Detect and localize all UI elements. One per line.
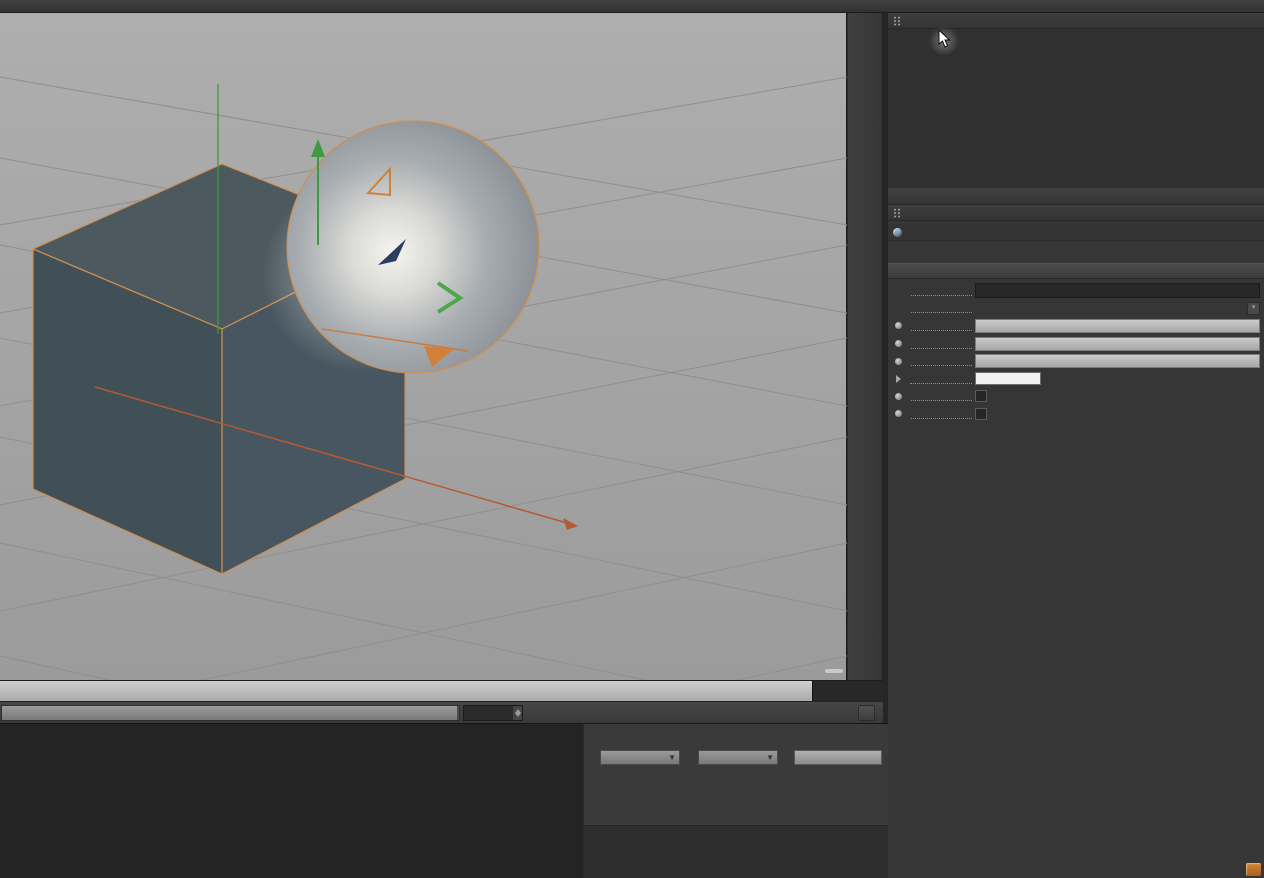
layer-dropdown[interactable]: ▾ (1247, 301, 1260, 315)
cinema4d-window: ▾ ▼ ▼ (0, 0, 1264, 878)
attr-row-display-color (888, 370, 1264, 388)
coord-system-dropdown[interactable]: ▼ (600, 750, 680, 765)
preview-range-fill[interactable] (2, 706, 457, 720)
timeline-controls (0, 701, 883, 723)
attr-row-xray (888, 405, 1264, 423)
color-swatch[interactable] (975, 372, 1041, 386)
expand-icon[interactable] (896, 374, 901, 383)
name-field[interactable] (975, 283, 1260, 299)
material-manager-area[interactable] (0, 723, 583, 878)
apply-button[interactable] (794, 750, 882, 765)
notification-icon[interactable] (1246, 863, 1261, 876)
attribute-manager-tabs (888, 188, 1264, 205)
end-frame-field[interactable] (463, 705, 523, 721)
chevron-down-icon: ▼ (668, 753, 676, 762)
keyframe-dot-icon[interactable] (895, 357, 902, 365)
attr-row-editor-visible (888, 317, 1264, 335)
enabled-checkbox[interactable] (975, 390, 987, 403)
current-frame-box[interactable] (812, 681, 883, 701)
keyframe-dot-icon[interactable] (895, 392, 902, 400)
gizmo-y-arrow[interactable] (311, 139, 325, 157)
drag-grip-icon[interactable] (893, 15, 901, 26)
render-visible-dropdown[interactable] (975, 336, 1260, 351)
x-axis-arrow (563, 518, 578, 530)
attr-row-use-color (888, 352, 1264, 370)
xray-checkbox[interactable] (975, 407, 987, 420)
viewport-canvas[interactable] (0, 13, 848, 844)
grid-spacing-label (825, 669, 843, 673)
use-color-dropdown[interactable] (975, 354, 1260, 369)
viewport[interactable] (0, 13, 848, 844)
attr-row-name (888, 282, 1264, 300)
attribute-menubar (888, 205, 1264, 221)
object-palette-toolbar (848, 13, 883, 680)
coordinates-manager: ▼ ▼ (583, 723, 888, 878)
chevron-down-icon: ▼ (766, 753, 774, 762)
keyframe-dot-icon[interactable] (895, 340, 902, 348)
basic-properties-header[interactable] (888, 263, 1264, 279)
frame-spinner[interactable] (512, 706, 522, 720)
top-toolbar (0, 0, 1264, 13)
render-flag-button[interactable] (858, 705, 875, 721)
selection-info (888, 224, 1264, 241)
coords-panel-footer (584, 825, 888, 878)
sphere-object[interactable] (286, 120, 540, 374)
timeline-ruler[interactable] (0, 680, 883, 701)
mouse-cursor (938, 28, 952, 53)
keyframe-dot-icon[interactable] (895, 322, 902, 330)
attr-row-enabled (888, 388, 1264, 406)
attr-row-render-visible (888, 335, 1264, 353)
scale-mode-dropdown[interactable]: ▼ (698, 750, 778, 765)
multi-object-icon (893, 227, 902, 237)
attr-row-layer: ▾ (888, 300, 1264, 318)
editor-visible-dropdown[interactable] (975, 318, 1260, 333)
drag-grip-icon[interactable] (893, 207, 901, 218)
preview-range-slider[interactable] (1, 705, 460, 721)
keyframe-dot-icon[interactable] (895, 410, 902, 418)
right-panel: ▾ (888, 13, 1264, 878)
attribute-rows: ▾ (888, 282, 1264, 423)
